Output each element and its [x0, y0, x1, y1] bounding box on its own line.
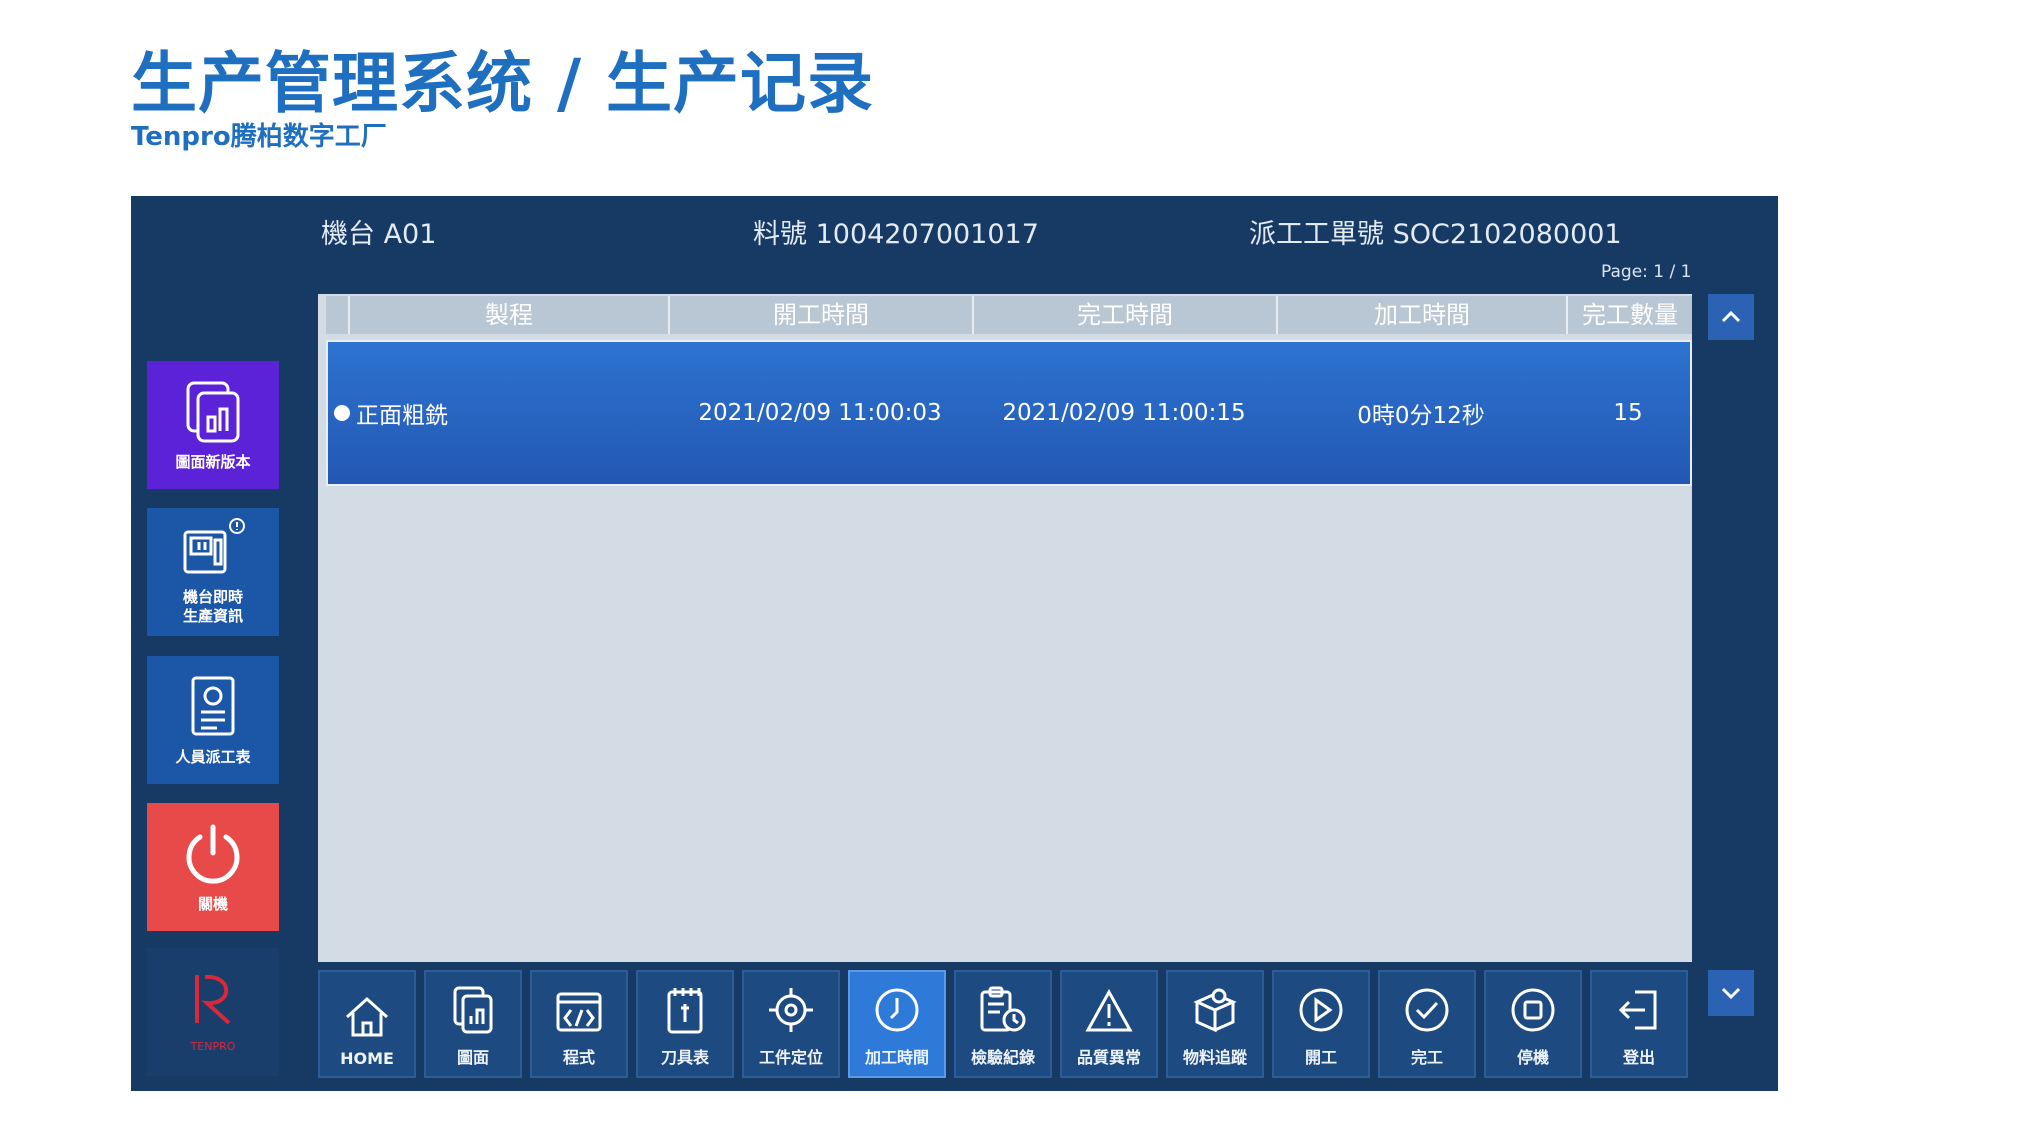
cell-process-text: 正面粗銑 [356, 403, 448, 429]
column-header-quantity: 完工數量 [1582, 301, 1678, 329]
page-indicator: Page: 1 / 1 [1601, 262, 1692, 282]
toolbar-label: HOME [340, 1049, 394, 1068]
toolbar-drawing-button[interactable]: 圖面 [424, 970, 522, 1078]
inspection-icon [980, 986, 1026, 1032]
chevron-down-icon [1721, 987, 1741, 1000]
sidebar-item-staff-dispatch[interactable]: 人員派工表 [147, 656, 279, 784]
play-icon [1299, 988, 1343, 1032]
production-record-table: 製程 開工時間 完工時間 加工時間 完工數量 正面粗銑 2021/02/09 1… [318, 294, 1692, 962]
toolbar-inspection-record-button[interactable]: 檢驗紀錄 [954, 970, 1052, 1078]
dispatch-list-icon [191, 676, 235, 735]
toolbar-start-work-button[interactable]: 開工 [1272, 970, 1370, 1078]
toolbar-label: 物料追蹤 [1182, 1048, 1247, 1067]
toolbar-workpiece-locate-button[interactable]: 工件定位 [742, 970, 840, 1078]
toolbar-label: 加工時間 [864, 1048, 929, 1067]
check-icon [1405, 988, 1449, 1032]
machine-label: 機台 A01 [321, 219, 437, 250]
work-order-label: 派工工單號 SOC2102080001 [1249, 219, 1622, 250]
slide-title: 生产管理系统 / 生产记录 [131, 45, 875, 122]
app-window: 機台 A01 料號 1004207001017 派工工單號 SOC2102080… [131, 196, 1778, 1091]
toolbar-quality-issue-button[interactable]: 品質異常 [1060, 970, 1158, 1078]
toolbar-program-button[interactable]: 程式 [530, 970, 628, 1078]
toolbar-material-tracking-button[interactable]: 物料追蹤 [1166, 970, 1264, 1078]
sidebar-item-machine-realtime[interactable]: 機台即時 生產資訊 [147, 508, 279, 636]
cell-start-time: 2021/02/09 11:00:03 [698, 400, 942, 426]
logout-icon [1618, 990, 1657, 1030]
warning-icon [1085, 988, 1133, 1032]
toolbar-label: 圖面 [456, 1048, 489, 1067]
machine-info-icon [183, 518, 245, 574]
home-icon [345, 996, 389, 1037]
clock-icon [875, 988, 919, 1032]
power-off-button[interactable]: 關機 [147, 803, 279, 931]
cell-process: 正面粗銑 [328, 396, 668, 430]
toolbar-finish-work-button[interactable]: 完工 [1378, 970, 1476, 1078]
code-icon [556, 992, 602, 1032]
locate-icon [769, 988, 813, 1032]
table-header-edge [326, 296, 350, 334]
toolbar-label: 程式 [562, 1048, 595, 1067]
toolbar-label: 工件定位 [758, 1048, 823, 1067]
cell-quantity: 15 [1613, 400, 1643, 426]
info-bar: 機台 A01 料號 1004207001017 派工工單號 SOC2102080… [321, 212, 1761, 256]
scroll-up-button[interactable] [1708, 294, 1754, 340]
toolbar-tool-list-button[interactable]: 刀具表 [636, 970, 734, 1078]
toolbar-label: 刀具表 [660, 1048, 709, 1067]
sidebar-item-drawing-new-version[interactable]: 圖面新版本 [147, 361, 279, 489]
power-icon [186, 824, 240, 884]
toolbar-home-button[interactable]: HOME [318, 970, 416, 1078]
drawing-file-icon [186, 381, 240, 442]
tenpro-logo-text: TENPRO [190, 1039, 236, 1053]
toolbar-machining-time-button[interactable]: 加工時間 [848, 970, 946, 1078]
table-row[interactable]: 正面粗銑 2021/02/09 11:00:03 2021/02/09 11:0… [326, 340, 1692, 486]
tenpro-logo-mark [195, 974, 231, 1024]
sidebar-item-label: 人員派工表 [175, 747, 251, 766]
toolbar-label: 完工 [1410, 1048, 1443, 1067]
toolbar-logout-button[interactable]: 登出 [1590, 970, 1688, 1078]
material-icon [1193, 988, 1237, 1033]
toolbar-stop-machine-button[interactable]: 停機 [1484, 970, 1582, 1078]
drawing-icon [453, 986, 493, 1034]
column-header-start-time: 開工時間 [670, 296, 974, 334]
tool-list-icon [667, 988, 703, 1034]
part-number-label: 料號 1004207001017 [753, 219, 1039, 250]
slide-subtitle: Tenpro腾柏数字工厂 [131, 122, 387, 152]
cell-end-time: 2021/02/09 11:00:15 [1002, 400, 1246, 426]
chevron-up-icon [1721, 310, 1741, 323]
column-header-duration: 加工時間 [1278, 296, 1568, 334]
row-selected-indicator [334, 405, 350, 421]
toolbar-label: 品質異常 [1076, 1048, 1141, 1067]
column-header-end-time: 完工時間 [974, 296, 1278, 334]
toolbar-label: 檢驗紀錄 [970, 1048, 1035, 1067]
scroll-down-button[interactable] [1708, 970, 1754, 1016]
sidebar-item-label-line2: 生產資訊 [182, 607, 243, 625]
stop-icon [1511, 988, 1555, 1032]
bottom-toolbar: HOME 圖面 程式 刀具表 工件定位 加工時間 檢驗紀錄 品質異常 物料追蹤 … [318, 970, 1692, 1080]
toolbar-label: 停機 [1516, 1048, 1549, 1067]
toolbar-label: 開工 [1304, 1048, 1337, 1067]
sidebar-item-label: 機台即時 [182, 588, 243, 606]
sidebar-item-label: 圖面新版本 [175, 452, 251, 471]
table-header: 製程 開工時間 完工時間 加工時間 完工數量 [326, 296, 1692, 334]
tenpro-logo: TENPRO [147, 948, 279, 1076]
cell-duration: 0時0分12秒 [1357, 403, 1485, 429]
sidebar-item-label: 關機 [197, 894, 228, 913]
column-header-process: 製程 [350, 296, 670, 334]
toolbar-label: 登出 [1622, 1048, 1655, 1067]
